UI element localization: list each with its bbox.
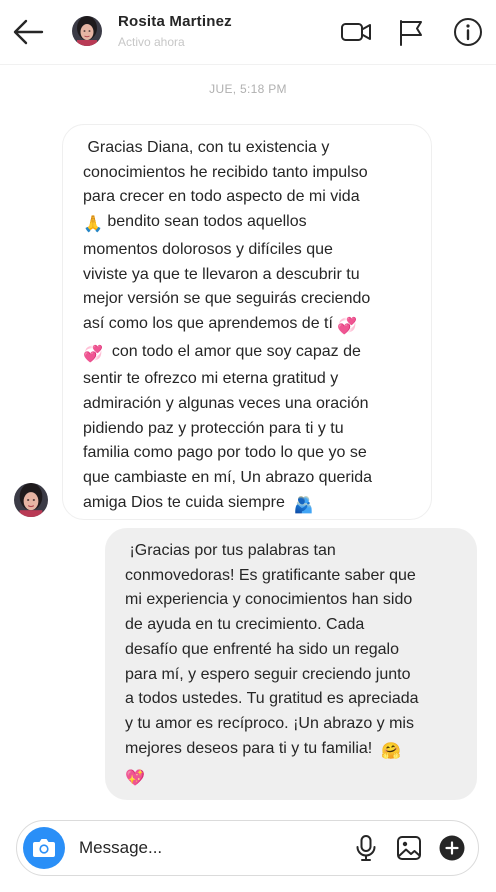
flag-icon bbox=[400, 20, 422, 46]
message-text: ¡Gracias por tus palabras tan conmovedor… bbox=[125, 542, 419, 757]
presence-status: Activo ahora bbox=[118, 35, 185, 49]
back-button[interactable] bbox=[10, 16, 46, 48]
message-text: Gracias Diana, con tu existencia y conoc… bbox=[83, 139, 368, 206]
info-icon bbox=[454, 18, 482, 46]
avatar-image bbox=[14, 483, 48, 517]
camera-button[interactable] bbox=[23, 827, 65, 869]
report-button[interactable] bbox=[395, 16, 427, 48]
more-options-button[interactable] bbox=[438, 834, 466, 862]
people-hugging-emoji: 🫂 bbox=[293, 496, 314, 514]
arrow-left-icon bbox=[13, 19, 44, 45]
message-timestamp: JUE, 5:18 PM bbox=[209, 82, 287, 96]
info-button[interactable] bbox=[452, 16, 484, 48]
voice-message-button[interactable] bbox=[352, 834, 380, 862]
praying-hands-emoji: 🙏 bbox=[83, 216, 103, 234]
message-text: con todo el amor que soy capaz de sentir… bbox=[83, 342, 373, 511]
video-call-button[interactable] bbox=[340, 16, 372, 48]
hugging-face-emoji: 🤗 bbox=[381, 742, 402, 760]
message-text: bendito sean todos aquellos momentos dol… bbox=[83, 213, 371, 332]
message-input[interactable] bbox=[79, 836, 339, 860]
avatar-image bbox=[72, 16, 102, 46]
image-gallery-icon bbox=[397, 836, 421, 860]
gallery-button[interactable] bbox=[395, 834, 423, 862]
chat-header: Rosita Martinez Activo ahora bbox=[0, 0, 496, 65]
microphone-icon bbox=[356, 835, 376, 861]
message-composer bbox=[16, 820, 479, 876]
two-hearts-emoji: 💞 bbox=[337, 317, 358, 335]
outgoing-message-bubble[interactable]: ¡Gracias por tus palabras tan conmovedor… bbox=[105, 528, 477, 800]
plus-circle-icon bbox=[439, 835, 465, 861]
sparkling-heart-emoji: 💖 bbox=[125, 770, 145, 788]
camera-icon bbox=[33, 839, 55, 857]
contact-avatar[interactable] bbox=[72, 16, 102, 46]
contact-name[interactable]: Rosita Martinez bbox=[118, 13, 232, 30]
sender-avatar[interactable] bbox=[14, 483, 48, 517]
video-camera-icon bbox=[341, 23, 371, 41]
two-hearts-emoji: 💞 bbox=[83, 345, 103, 363]
incoming-message-bubble[interactable]: Gracias Diana, con tu existencia y conoc… bbox=[62, 124, 432, 520]
